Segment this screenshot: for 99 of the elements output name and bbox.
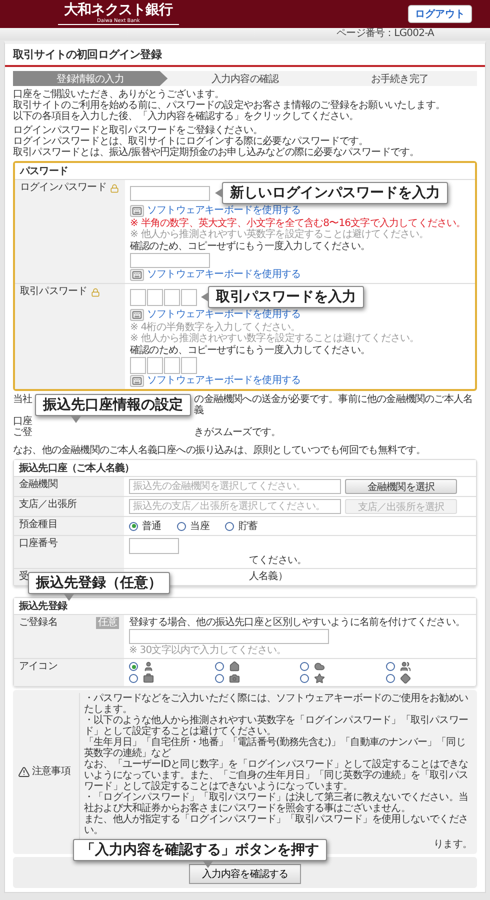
keyboard-link[interactable]: ソフトウェアキーボードを使用する (147, 205, 301, 217)
radio-button[interactable] (300, 674, 309, 683)
person-icon (143, 661, 154, 672)
camera-icon (228, 673, 240, 684)
field-label: 口座番号 (19, 538, 58, 550)
select-field[interactable]: 振込先の金融機関を選択してください。 (129, 479, 341, 494)
notice-text: なお、他の金融機関のご本人名義口座への振り込みは、原則としていつでも何回でも無料です。 (13, 445, 427, 456)
digit-field[interactable] (181, 288, 197, 306)
keyboard-icon[interactable] (130, 269, 144, 281)
digit-field[interactable] (147, 357, 163, 374)
notes-text: また、他人が指定する「ログインパスワード」「取引パスワード」を使用しないでください。 (84, 814, 470, 836)
radio-button[interactable] (214, 662, 224, 671)
cloud-icon (314, 661, 325, 672)
notice-text: ご登 (13, 427, 32, 438)
star-icon (314, 673, 325, 684)
keyboard-link[interactable]: ソフトウェアキーボードを使用する (147, 309, 301, 321)
name-field[interactable] (129, 629, 329, 644)
logout-button[interactable]: ログアウト (408, 5, 472, 23)
lock-icon (110, 184, 120, 192)
field-label: 支店／出張所 (19, 499, 77, 511)
keyboard-link[interactable]: ソフトウェアキーボードを使用する (147, 269, 301, 281)
optional-tag: 任意 (96, 617, 119, 629)
notes-label: 注意事項 (32, 766, 70, 777)
callout: 新しいログインパスワードを入力 (222, 182, 448, 204)
notes-text: 「生年月日」「自宅住所・地番」「電話番号(勤務先含む)」「自動車のナンバー」「同じ英数字の連続」など (84, 737, 466, 759)
keyboard-icon[interactable] (130, 375, 144, 387)
radio-label: 普通 (142, 520, 162, 533)
radio-label: 当座 (190, 520, 210, 533)
notice-text: 口座 (13, 416, 32, 427)
hint-text: ※ 半角の数字、英大文字、小文字を全て含む8〜16文字で入力してください。 (130, 218, 467, 229)
hint-text: ※ 30文字以内で入力してください。 (129, 645, 288, 656)
callout-pointer (71, 416, 82, 423)
callout: 振込先口座情報の設定 (35, 394, 192, 416)
radio-button[interactable] (129, 662, 138, 671)
keyboard-link[interactable]: ソフトウェアキーボードを使用する (147, 375, 301, 387)
digit-field[interactable] (181, 357, 197, 374)
page-number: ページ番号：LG002-A (336, 28, 434, 39)
field-label: アイコン (19, 661, 58, 673)
select-button[interactable]: 金融機関を選択 (345, 479, 457, 494)
radio-button[interactable] (225, 522, 234, 530)
notice-text: きがスムーズです。 (194, 427, 282, 438)
keyboard-icon[interactable] (130, 309, 144, 321)
hint-text: ※ 他人から推測されやすい英数字を設定することは避けてください。 (130, 229, 430, 240)
radio-button[interactable] (129, 522, 138, 530)
radio-button[interactable] (386, 662, 394, 671)
account-number-field[interactable] (129, 538, 179, 554)
intro-text: 取引サイトのご利用を始める前に、パスワードの設定やお客さま情報のご登録をお願いいたします。 (13, 100, 446, 111)
field-label: 取引パスワード (20, 286, 88, 298)
password-field[interactable] (130, 253, 210, 268)
intro-text: ログインパスワードとは、取引サイトにログインする際に必要なパスワードです。 (13, 136, 370, 147)
digit-field[interactable] (130, 357, 146, 374)
field-label: ご登録名 (19, 617, 58, 629)
notice-text: の金融機関への送金が必要です。事前に他の金融機関のご本人名義 (194, 394, 474, 416)
field-label: ログインパスワード (20, 182, 106, 194)
intro-text: 取引パスワードとは、振込/振替や円定期預金のお申し込みなどの際に必要なパスワードです。 (13, 147, 420, 158)
notes-text: ・「ログインパスワード」「取引パスワード」は決して第三者に教えないでください。当社および大和証券からお客さまにパスワードを照会する事はございません。 (84, 792, 470, 814)
field-label: 受 (19, 571, 29, 583)
radio-button[interactable] (386, 674, 394, 683)
hint-text: ※ 他人から推測されやすい数字を設定することは避けてください。 (130, 333, 420, 344)
lock-icon (91, 288, 100, 296)
hint-text: ※ 4桁の半角数字を入力してください。 (130, 322, 302, 333)
confirm-button[interactable]: 入力内容を確認する (188, 864, 302, 884)
callout-pointer (203, 861, 213, 868)
section-title: 振込先口座（ご本人名義） (19, 463, 134, 474)
notes-text: ります。 (434, 839, 472, 850)
confirm-label: 確認のため、コピーせずにもう一度入力してください。 (130, 345, 372, 356)
keyboard-icon[interactable] (130, 205, 144, 217)
intro-text: 口座をご開設いただき、ありがとうございます。 (13, 89, 224, 100)
digit-field[interactable] (164, 288, 180, 306)
radio-button[interactable] (177, 522, 186, 530)
radio-label: 貯蓄 (238, 520, 258, 533)
notes-text: なお、「ユーザーIDと同じ数字」を「ログインパスワード」として設定することはできないようになっています。また、「ご自身の生年月日」「同じ英数字の連続」を「取引パスワード」として設定することはできないようになっています。 (84, 759, 470, 792)
callout: 取引パスワードを入力 (208, 286, 364, 308)
password-field[interactable] (130, 186, 210, 200)
field-label: 預金種目 (19, 519, 58, 531)
hint-text: てください。 (249, 555, 307, 566)
warning-icon (18, 766, 30, 778)
section-title: 振込先登録 (19, 601, 68, 612)
digit-field[interactable] (164, 357, 180, 374)
radio-button[interactable] (300, 662, 309, 671)
notes-text: ・以下のような他人から推測されやすい英数字を「ログインパスワード」「取引パスワード」として設定することは避けてください。 (84, 715, 470, 737)
callout: 振込先登録（任意） (28, 572, 170, 594)
field-value: 人名義） (249, 571, 288, 583)
digit-field[interactable] (147, 288, 163, 306)
intro-text: ログインパスワードと取引パスワードをご登録ください。 (13, 125, 263, 136)
notice-text: 当社 (13, 394, 32, 405)
page-title: 取引サイトの初回ログイン登録 (13, 48, 162, 61)
callout: 「入力内容を確認する」ボタンを押す (73, 839, 327, 861)
field-description: 登録する場合、他の振込先口座と区別しやすいように名前を付けてください。 (129, 617, 466, 628)
intro-text: 以下の各項目を入力した後、「入力内容を確認する」をクリックしてください。 (13, 111, 360, 122)
section-title: パスワード (20, 166, 68, 177)
confirm-label: 確認のため、コピーせずにもう一度入力してください。 (130, 241, 372, 252)
radio-button[interactable] (129, 674, 138, 683)
radio-button[interactable] (214, 674, 224, 683)
field-label: 金融機関 (19, 479, 58, 491)
house-icon (228, 661, 240, 672)
notes-text: ・パスワードなどをご入力いただく際には、ソフトウェアキーボードのご使用をお勧めいたします。 (84, 693, 470, 715)
people-icon (400, 661, 410, 672)
digit-field[interactable] (130, 288, 146, 306)
